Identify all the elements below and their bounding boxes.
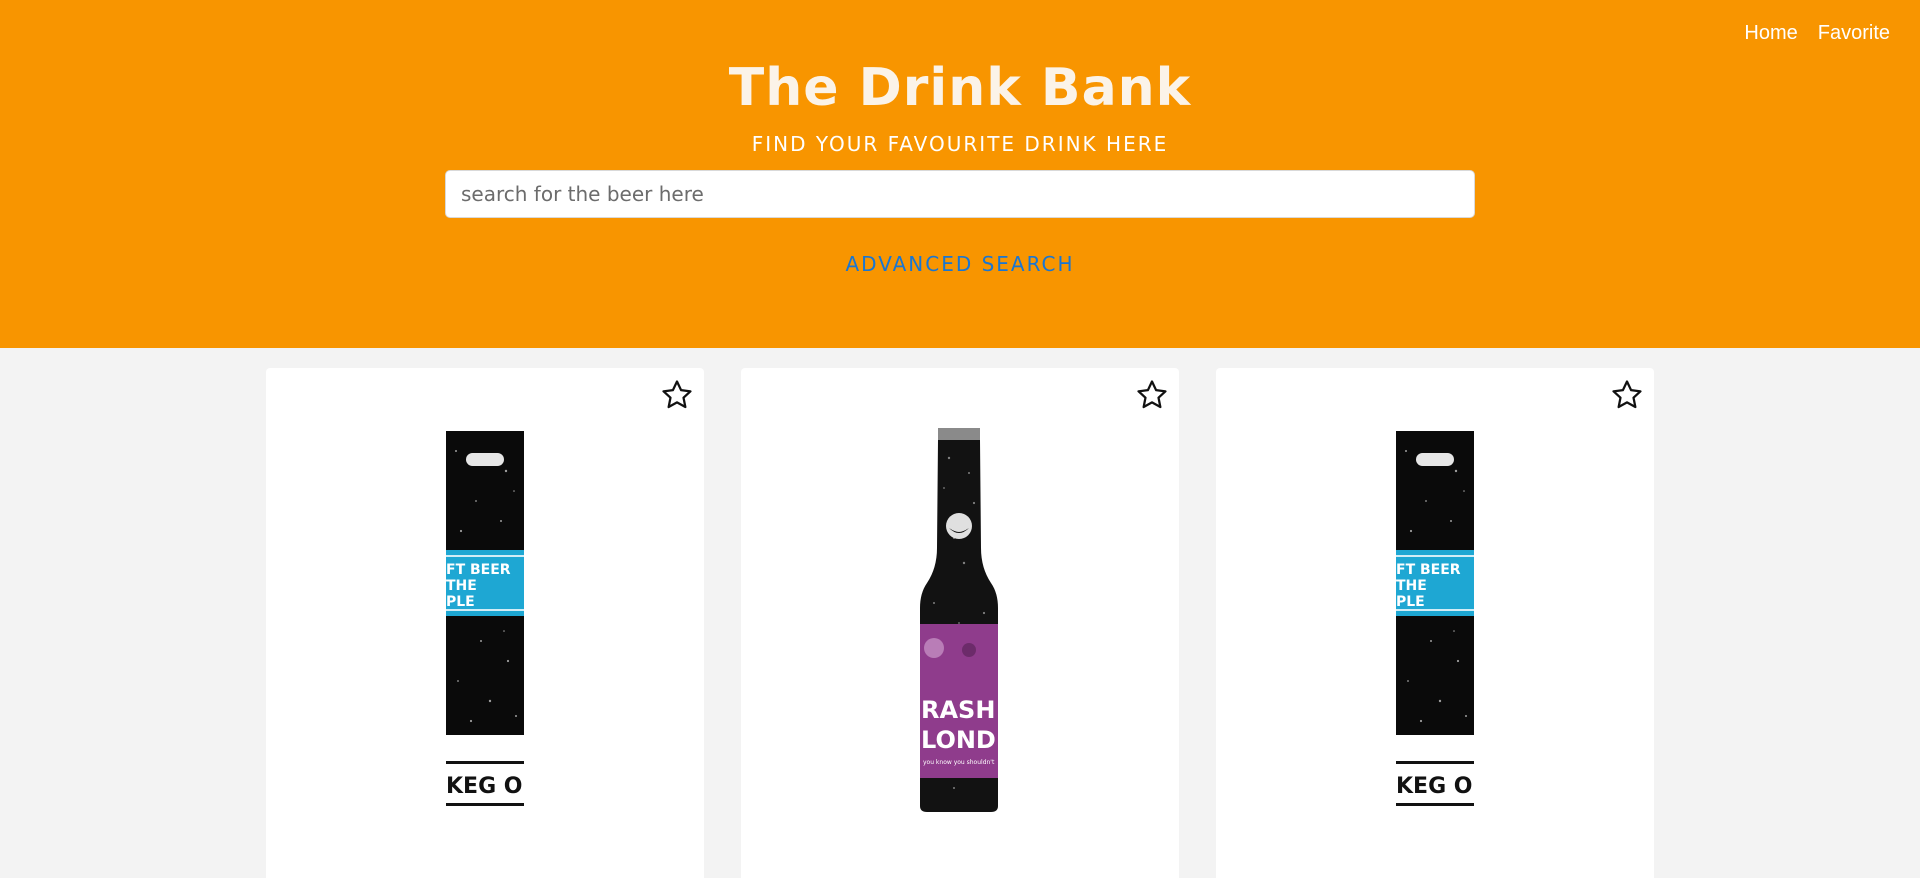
can-keg-text: KEG ONLY	[1396, 774, 1474, 799]
can-label-text: THE	[446, 578, 477, 594]
can-label-text: THE	[1396, 578, 1427, 594]
keg-only-can-image: FT BEER THE PLE KEG ONLY	[1396, 431, 1474, 806]
top-nav: Home Favorite	[1744, 22, 1890, 45]
trashy-blonde-bottle-image: RASH LONDE you know you shouldn't	[920, 428, 999, 812]
can-label-text: PLE	[446, 594, 475, 610]
page-title: The Drink Bank	[728, 58, 1192, 118]
page-subtitle: FIND YOUR FAVOURITE DRINK HERE	[751, 132, 1169, 156]
bottle-label-text: LONDE	[921, 726, 999, 754]
nav-home-link[interactable]: Home	[1744, 22, 1797, 45]
beer-card[interactable]: FT BEER THE PLE KEG ONLY	[266, 368, 704, 878]
keg-only-can-image: FT BEER THE PLE KEG ONLY	[446, 431, 524, 806]
star-outline-icon[interactable]	[1610, 378, 1644, 412]
star-outline-icon[interactable]	[1135, 378, 1169, 412]
advanced-search-container: ADVANCED SEARCH	[0, 252, 1920, 276]
can-label-text: PLE	[1396, 594, 1425, 610]
can-label-text: FT BEER	[446, 562, 511, 578]
hero-banner: Home Favorite The Drink Bank FIND YOUR F…	[0, 0, 1920, 348]
advanced-search-link[interactable]: ADVANCED SEARCH	[845, 252, 1074, 276]
can-keg-text: KEG ONLY	[446, 774, 524, 799]
can-label-text: FT BEER	[1396, 562, 1461, 578]
beer-card[interactable]: RASH LONDE you know you shouldn't	[741, 368, 1179, 878]
bottle-label-text: you know you shouldn't	[923, 759, 995, 766]
bottle-label-text: RASH	[921, 696, 995, 724]
star-outline-icon[interactable]	[660, 378, 694, 412]
nav-favorite-link[interactable]: Favorite	[1818, 22, 1890, 45]
search-input[interactable]	[445, 170, 1475, 218]
beer-card[interactable]: FT BEER THE PLE KEG ONLY	[1216, 368, 1654, 878]
